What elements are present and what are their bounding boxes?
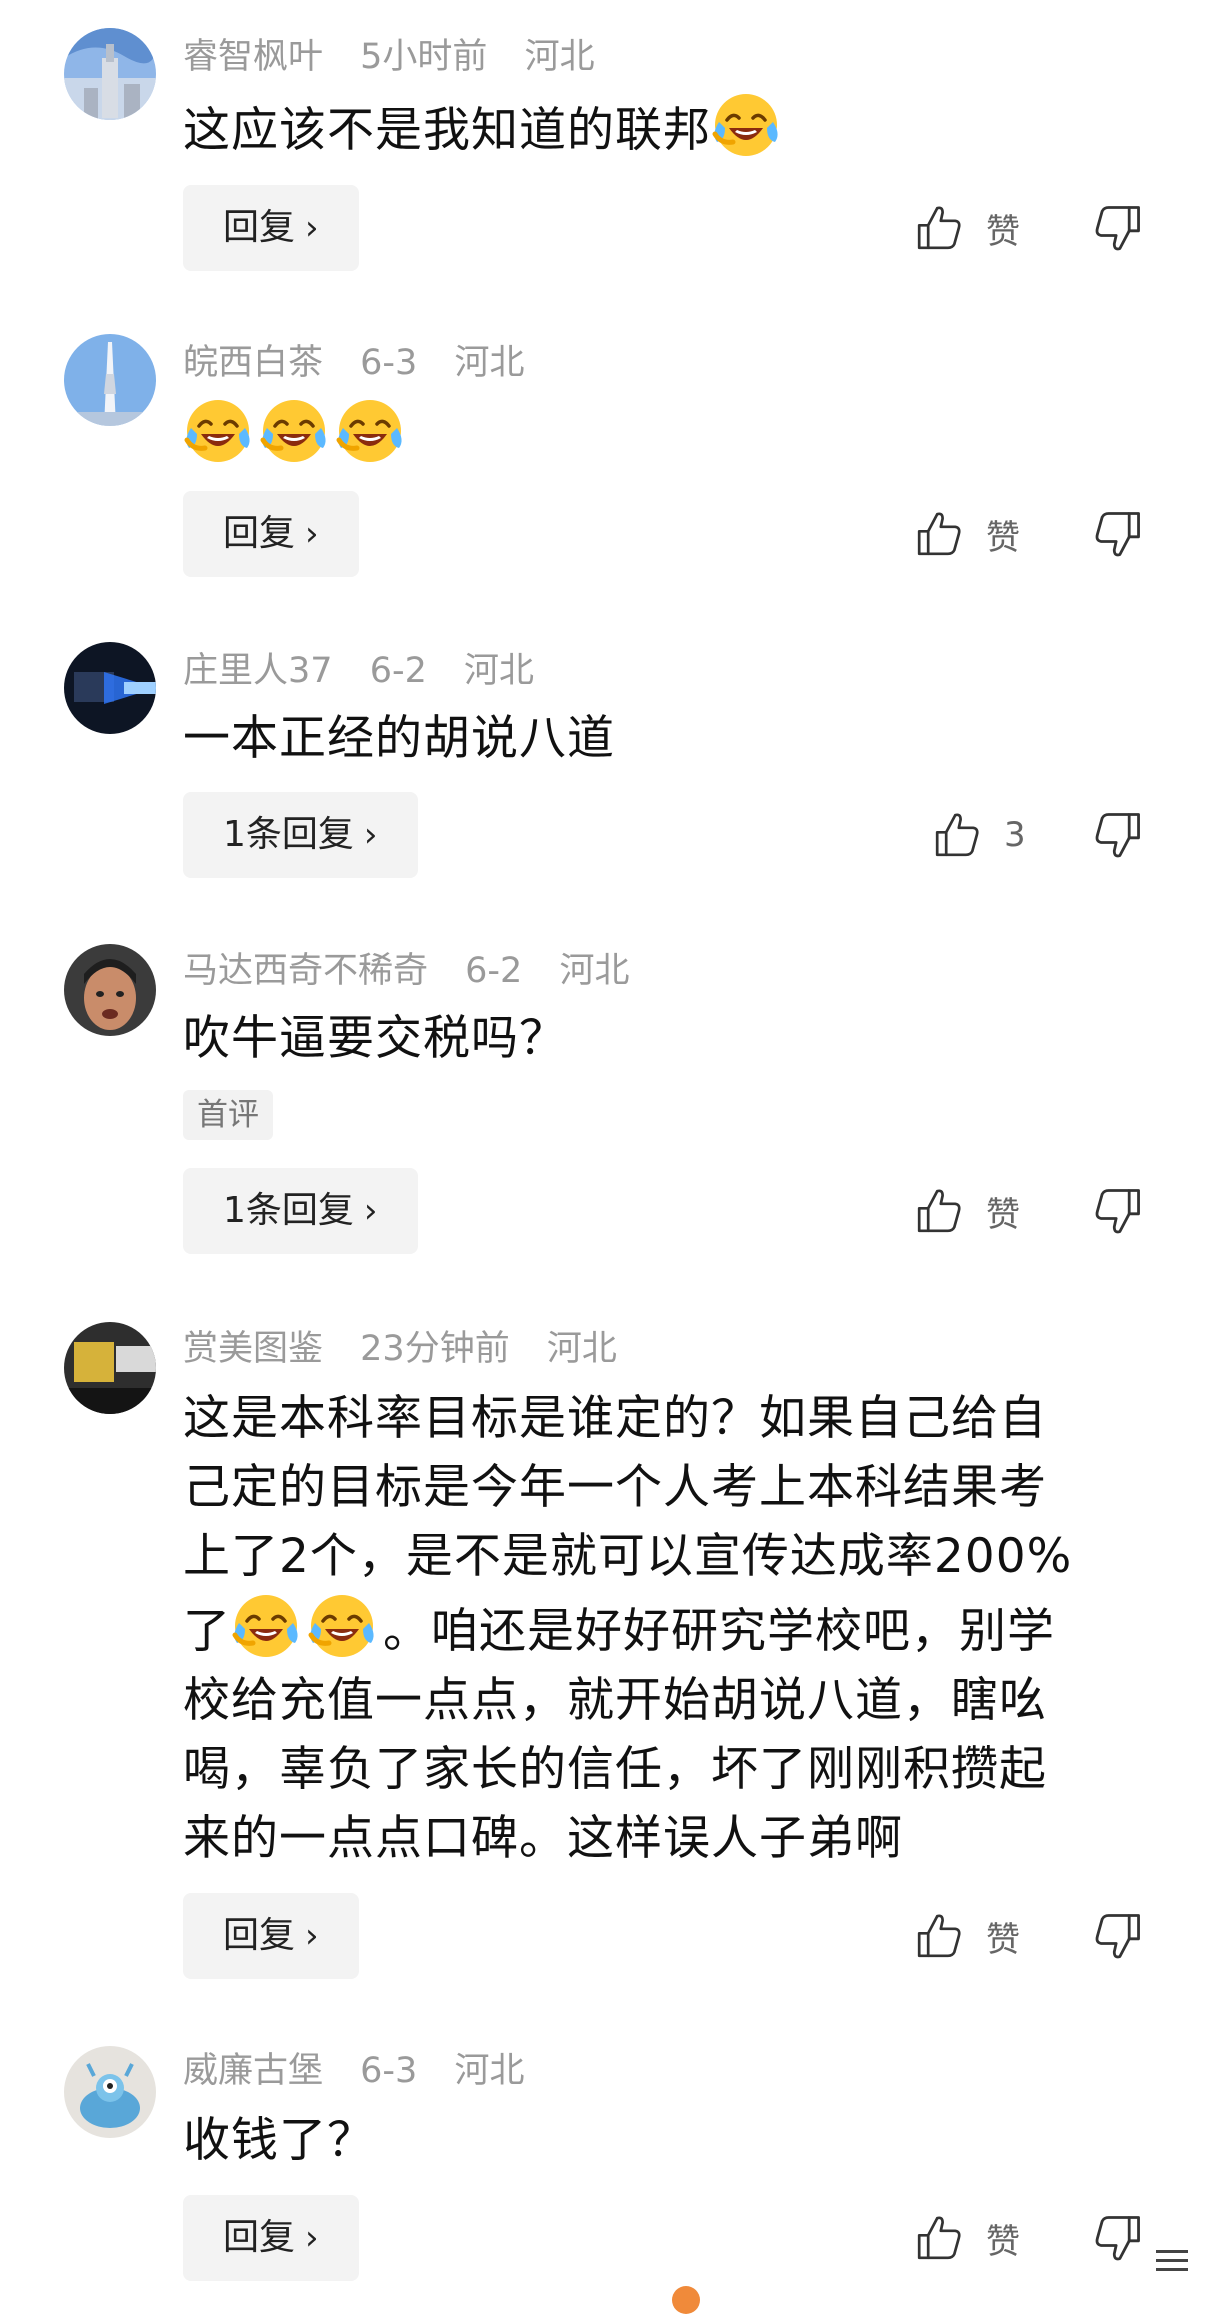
chevron-right-icon: › [363,1191,378,1231]
like-button[interactable]: 赞 [912,2203,1020,2273]
comment-text: 一本正经的胡说八道 [183,711,615,766]
like-button[interactable]: 赞 [912,1176,1020,1246]
username[interactable]: 庄里人37 [183,651,333,691]
laugh-cry-emoji-icon [711,90,781,160]
tech-avatar-icon [64,642,156,734]
thumb-up-icon [912,507,966,561]
user-avatar[interactable] [64,28,156,120]
laugh-cry-emoji-icon [307,1591,377,1661]
thumb-up-icon [912,1184,966,1238]
reply-button[interactable]: 1条回复 › [183,1168,418,1254]
menu-icon[interactable] [1152,2246,1192,2276]
reply-button[interactable]: 1条回复 › [183,792,418,878]
laugh-cry-emoji-icon [231,1591,301,1661]
username[interactable]: 睿智枫叶 [183,37,323,77]
location: 河北 [524,37,595,77]
reply-button[interactable]: 回复 › [183,185,359,271]
username[interactable]: 赏美图鉴 [183,1329,323,1369]
thumb-down-icon[interactable] [1090,2210,1146,2266]
location: 河北 [546,1329,617,1369]
tower-avatar-icon [64,28,156,120]
user-avatar[interactable] [64,334,156,426]
comment-meta: 皖西白茶 6-3 河北 [183,338,550,388]
like-button[interactable]: 3 [930,800,1026,870]
thumb-up-icon [912,2211,966,2265]
user-avatar[interactable] [64,642,156,734]
desk-avatar-icon [64,1322,156,1414]
face-avatar-icon [64,944,156,1036]
thumb-down-icon[interactable] [1090,807,1146,863]
reply-button[interactable]: 回复 › [183,1893,359,1979]
location: 河北 [454,343,525,383]
first-comment-badge: 首评 [183,1090,273,1140]
thumb-down-icon[interactable] [1090,506,1146,562]
timestamp: 6-2 [465,951,523,991]
like-count: 3 [1004,815,1026,855]
username[interactable]: 皖西白茶 [183,343,323,383]
comment-text: 这应该不是我知道的联邦 [183,90,1133,165]
location: 河北 [559,951,630,991]
comment-meta: 睿智枫叶 5小时前 河北 [183,32,621,82]
alien-avatar-icon [64,2046,156,2138]
floating-indicator [672,2286,700,2314]
canton-tower-avatar-icon [64,334,156,426]
reply-button[interactable]: 回复 › [183,491,359,577]
comment-text: 吹牛逼要交税吗？ [183,1011,567,1066]
chevron-right-icon: › [305,514,319,554]
comment-text [183,396,1133,471]
reply-button[interactable]: 回复 › [183,2195,359,2281]
comment-meta: 赏美图鉴 23分钟前 河北 [183,1324,643,1374]
thumb-up-icon [912,1909,966,1963]
location: 河北 [464,651,535,691]
username[interactable]: 马达西奇不稀奇 [183,951,428,991]
timestamp: 5小时前 [360,37,488,77]
timestamp: 23分钟前 [360,1329,510,1369]
like-button[interactable]: 赞 [912,499,1020,569]
laugh-cry-emoji-icon [335,396,405,466]
user-avatar[interactable] [64,944,156,1036]
comment-meta: 马达西奇不稀奇 6-2 河北 [183,946,655,996]
chevron-right-icon: › [305,2218,319,2258]
timestamp: 6-3 [360,343,418,383]
user-avatar[interactable] [64,2046,156,2138]
like-button[interactable]: 赞 [912,193,1020,263]
timestamp: 6-2 [369,651,427,691]
chevron-right-icon: › [305,1916,319,1956]
chevron-right-icon: › [305,208,319,248]
comment-text: 这是本科率目标是谁定的？如果自己给自 己定的目标是今年一个人考上本科结果考 上了… [183,1391,1073,1866]
comment-meta: 庄里人37 6-2 河北 [183,646,560,696]
thumb-down-icon[interactable] [1090,200,1146,256]
thumb-up-icon [930,808,984,862]
location: 河北 [454,2051,525,2091]
laugh-cry-emoji-icon [183,396,253,466]
username[interactable]: 威廉古堡 [183,2051,323,2091]
thumb-down-icon[interactable] [1090,1183,1146,1239]
comment-meta: 威廉古堡 6-3 河北 [183,2046,550,2096]
thumb-down-icon[interactable] [1090,1908,1146,1964]
like-button[interactable]: 赞 [912,1901,1020,1971]
user-avatar[interactable] [64,1322,156,1414]
timestamp: 6-3 [360,2051,418,2091]
laugh-cry-emoji-icon [259,396,329,466]
comment-text: 收钱了？ [183,2113,375,2168]
thumb-up-icon [912,201,966,255]
chevron-right-icon: › [363,815,378,855]
